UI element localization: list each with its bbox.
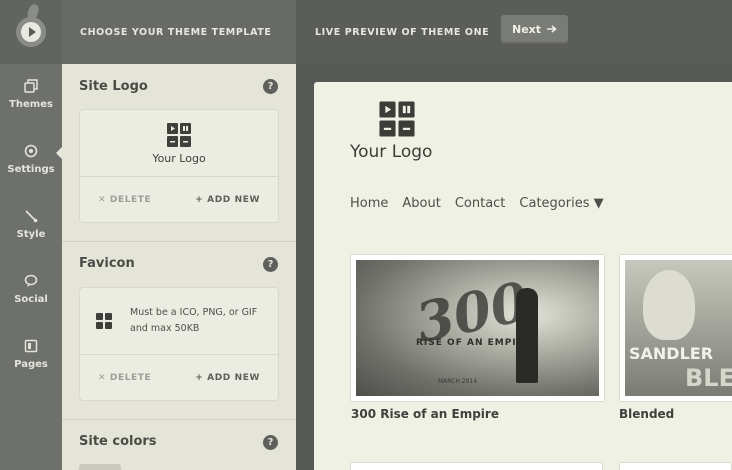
favicon-actions: ✕ DELETE + ADD NEW bbox=[80, 355, 278, 401]
delete-favicon-button[interactable]: ✕ DELETE bbox=[98, 373, 151, 383]
settings-panel: Site Logo ? Your Logo ✕ DELETE + ADD NEW… bbox=[62, 64, 296, 470]
sidebar-nav: Themes Settings Style Social Pages bbox=[0, 64, 62, 470]
favicon-hint: Must be a ICO, PNG, or GIF and max 50KB bbox=[130, 307, 258, 334]
sidebar-item-pages[interactable]: Pages bbox=[0, 338, 62, 398]
help-icon[interactable]: ? bbox=[263, 435, 278, 450]
poster-name: SANDLER bbox=[629, 344, 714, 363]
sidebar-item-label: Settings bbox=[7, 164, 55, 175]
sidebar-item-social[interactable]: Social bbox=[0, 273, 62, 333]
poster-subtitle: RISE OF AN EMPIRE bbox=[416, 338, 532, 348]
color-swatch[interactable] bbox=[79, 464, 121, 470]
delete-label: DELETE bbox=[109, 373, 152, 383]
add-label: ADD NEW bbox=[207, 195, 260, 205]
plus-icon: + bbox=[195, 373, 208, 383]
preview-nav-categories[interactable]: Categories ▼ bbox=[519, 196, 603, 211]
play-logo-icon bbox=[16, 17, 46, 47]
movie-tile[interactable]: SANDLER BLE bbox=[619, 254, 732, 402]
movie-tile[interactable]: 300 RISE OF AN EMPIRE MARCH 2014 bbox=[350, 254, 605, 402]
favicon-preview[interactable]: Must be a ICO, PNG, or GIF and max 50KB bbox=[80, 288, 278, 355]
section-divider bbox=[62, 241, 296, 242]
movie-tile-partial[interactable] bbox=[619, 462, 732, 470]
sidebar-item-themes[interactable]: Themes bbox=[0, 78, 62, 138]
step-live-preview[interactable]: LIVE PREVIEW OF THEME ONE bbox=[315, 0, 489, 64]
step-choose-template[interactable]: CHOOSE YOUR THEME TEMPLATE bbox=[62, 0, 296, 64]
favicon-card: Must be a ICO, PNG, or GIF and max 50KB … bbox=[79, 287, 279, 401]
movie-title[interactable]: 300 Rise of an Empire bbox=[351, 407, 499, 421]
sidebar-item-label: Style bbox=[16, 229, 46, 240]
section-divider bbox=[62, 419, 296, 420]
poster-warrior-figure bbox=[516, 288, 538, 383]
movie-poster: SANDLER BLE bbox=[625, 260, 732, 396]
help-icon[interactable]: ? bbox=[263, 257, 278, 272]
favicon-title: Favicon bbox=[79, 256, 135, 271]
site-logo-card: Your Logo ✕ DELETE + ADD NEW bbox=[79, 109, 279, 223]
site-logo-preview[interactable]: Your Logo bbox=[80, 110, 278, 177]
preview-logo-icon bbox=[378, 100, 416, 142]
site-logo-actions: ✕ DELETE + ADD NEW bbox=[80, 177, 278, 223]
next-button-label: Next bbox=[511, 23, 542, 36]
close-icon: ✕ bbox=[98, 195, 110, 205]
theme-preview: Your Logo Home About Contact Categories … bbox=[314, 82, 732, 470]
poster-date: MARCH 2014 bbox=[438, 378, 478, 385]
movie-poster: 300 RISE OF AN EMPIRE MARCH 2014 bbox=[356, 260, 599, 396]
delete-logo-button[interactable]: ✕ DELETE bbox=[98, 195, 151, 205]
arrow-right-icon bbox=[547, 23, 557, 36]
delete-label: DELETE bbox=[109, 195, 152, 205]
preview-nav-about[interactable]: About bbox=[402, 196, 440, 211]
preview-nav-contact[interactable]: Contact bbox=[455, 196, 506, 211]
add-favicon-button[interactable]: + ADD NEW bbox=[195, 373, 260, 383]
add-logo-button[interactable]: + ADD NEW bbox=[195, 195, 260, 205]
sidebar-item-label: Social bbox=[14, 294, 48, 305]
movie-tile-partial[interactable] bbox=[350, 462, 603, 470]
settings-icon bbox=[23, 143, 39, 159]
themes-icon bbox=[23, 78, 39, 94]
app-logo[interactable] bbox=[0, 0, 62, 64]
logo-grid-icon bbox=[167, 122, 191, 147]
preview-nav-home[interactable]: Home bbox=[350, 196, 388, 211]
style-brush-icon bbox=[23, 208, 39, 224]
add-label: ADD NEW bbox=[207, 373, 260, 383]
social-bubble-icon bbox=[23, 273, 39, 289]
poster-face bbox=[643, 270, 695, 340]
poster-subtitle: BLE bbox=[685, 364, 732, 392]
movie-title[interactable]: Blended bbox=[619, 407, 674, 421]
close-icon: ✕ bbox=[98, 373, 110, 383]
preview-nav: Home About Contact Categories ▼ bbox=[350, 196, 604, 211]
pages-icon bbox=[23, 338, 39, 354]
sidebar-item-style[interactable]: Style bbox=[0, 208, 62, 268]
favicon-grid-icon bbox=[96, 313, 112, 329]
preview-logo-text: Your Logo bbox=[350, 142, 433, 162]
help-icon[interactable]: ? bbox=[263, 79, 278, 94]
site-colors-title: Site colors bbox=[79, 434, 157, 449]
sidebar-item-label: Pages bbox=[14, 359, 48, 370]
sidebar-item-label: Themes bbox=[9, 99, 53, 110]
plus-icon: + bbox=[195, 195, 208, 205]
next-button[interactable]: Next bbox=[501, 15, 568, 44]
top-bar: CHOOSE YOUR THEME TEMPLATE LIVE PREVIEW … bbox=[0, 0, 732, 64]
sidebar-item-settings[interactable]: Settings bbox=[0, 143, 62, 203]
site-logo-text: Your Logo bbox=[152, 151, 206, 165]
site-logo-title: Site Logo bbox=[79, 79, 148, 94]
